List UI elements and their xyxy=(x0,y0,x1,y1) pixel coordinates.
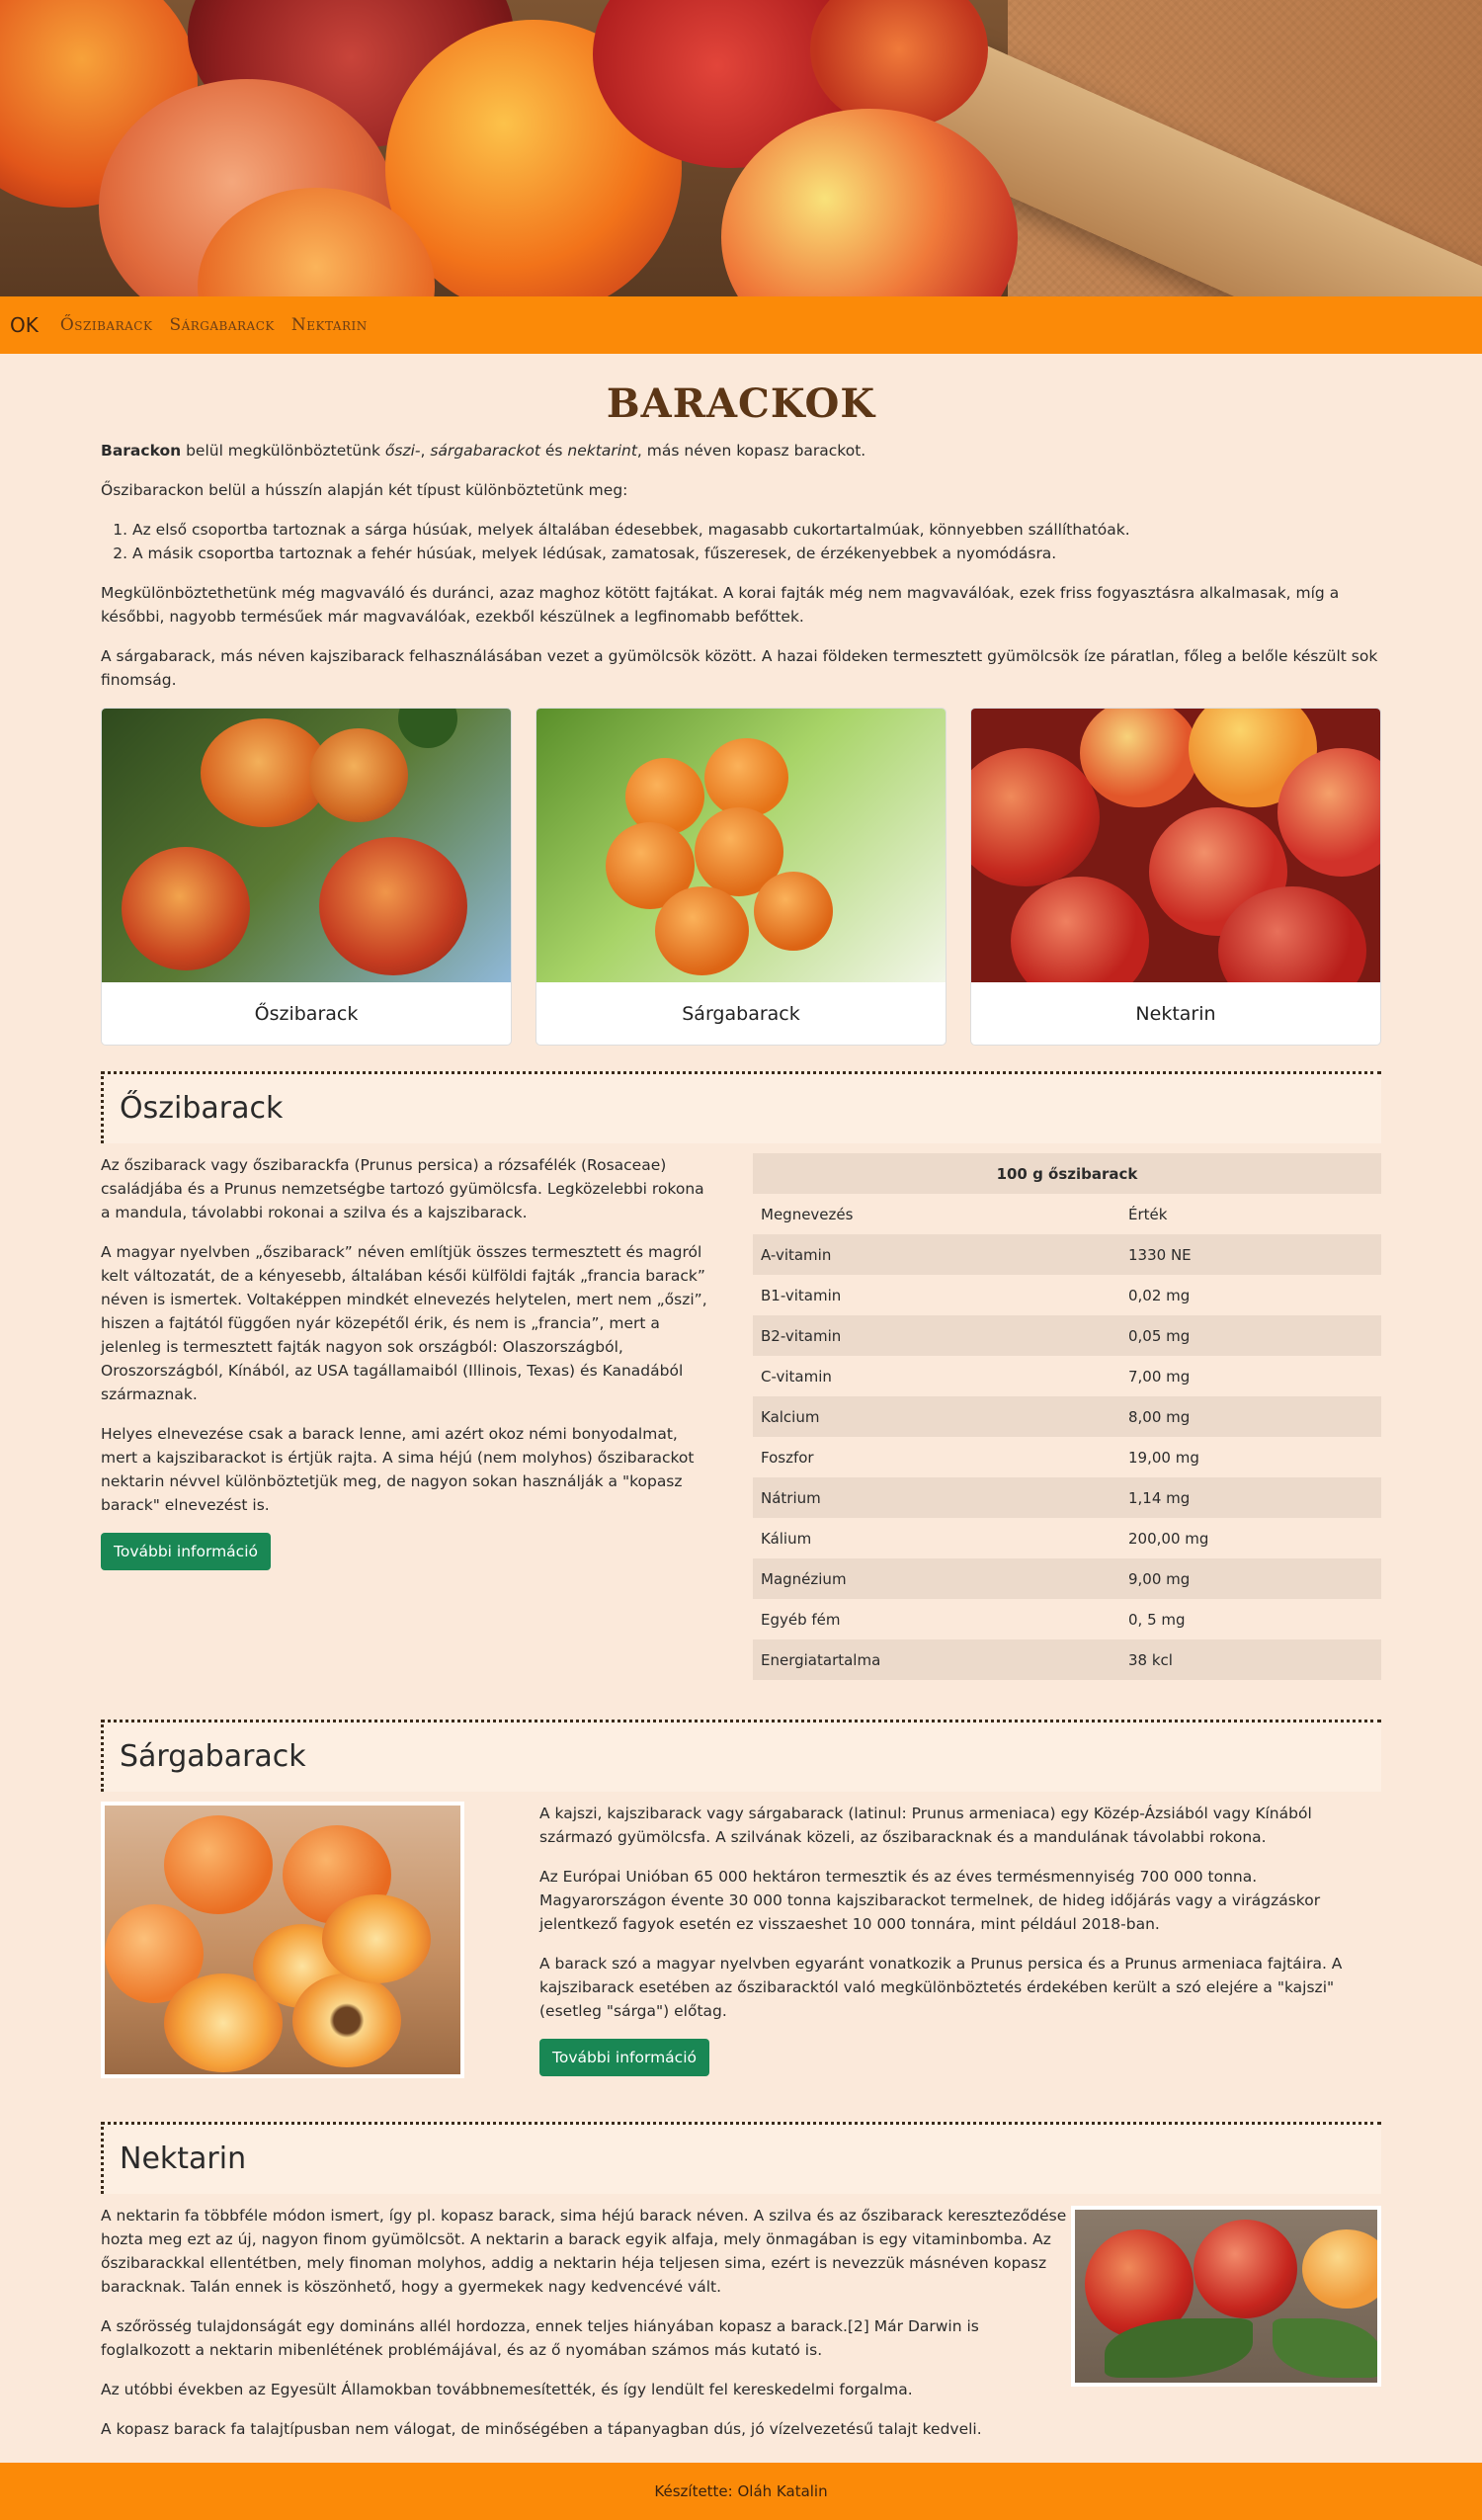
nav-brand[interactable]: OK xyxy=(10,313,39,337)
card-label: Sárgabarack xyxy=(682,1002,800,1025)
more-info-button-oszibarack[interactable]: További információ xyxy=(101,1533,271,1570)
sargabarack-text: A kajszi, kajszibarack vagy sárgabarack … xyxy=(539,1802,1381,2078)
table-cell: A-vitamin xyxy=(753,1234,1120,1275)
intro-paragraph-2: Őszibarackon belül a hússzín alapján két… xyxy=(101,481,628,499)
card-label: Őszibarack xyxy=(254,1002,359,1025)
table-row: Magnézium 9,00 mg xyxy=(753,1558,1381,1599)
table-row: Kálium 200,00 mg xyxy=(753,1518,1381,1558)
card-label: Nektarin xyxy=(1135,1002,1216,1025)
nektarin-image xyxy=(1070,2206,1381,2387)
section-heading-sargabarack: Sárgabarack xyxy=(101,1720,1381,1792)
table-cell: Nátrium xyxy=(753,1477,1120,1518)
sargabarack-paragraph: A kajszi, kajszibarack vagy sárgabarack … xyxy=(539,1805,1312,1846)
card-nektarin[interactable]: Nektarin xyxy=(970,708,1381,1046)
nutrition-table-wrapper: 100 g őszibarack Megnevezés Érték A-vita… xyxy=(753,1153,1381,1680)
table-cell: 1,14 mg xyxy=(1120,1477,1381,1518)
oszibarack-paragraph: Helyes elnevezése csak a barack lenne, a… xyxy=(101,1425,695,1514)
intro-paragraph-4: A sárgabarack, más néven kajszibarack fe… xyxy=(101,647,1378,689)
table-row: Foszfor 19,00 mg xyxy=(753,1437,1381,1477)
page-title: BARACKOK xyxy=(606,380,876,427)
card-image-oszibarack xyxy=(102,709,511,982)
footer: Készítette: Oláh Katalin xyxy=(0,2463,1482,2520)
table-cell: Kálium xyxy=(761,1529,812,1548)
oszibarack-paragraph: Az őszibarack vagy őszibarackfa (Prunus … xyxy=(101,1156,704,1221)
table-cell: 9,00 mg xyxy=(1120,1558,1381,1599)
table-cell: Magnézium xyxy=(753,1558,1120,1599)
table-cell: 7,00 mg xyxy=(1128,1367,1191,1386)
table-row: B1-vitamin 0,02 mg xyxy=(753,1275,1381,1315)
oszibarack-paragraph: A magyar nyelvben „őszibarack” néven eml… xyxy=(101,1243,707,1403)
table-cell: 8,00 mg xyxy=(1120,1396,1381,1437)
table-cell: Energiatartalma xyxy=(753,1639,1120,1680)
nav-link-oszibarack[interactable]: Őszibarack xyxy=(60,313,153,337)
table-cell: 38 kcl xyxy=(1120,1639,1381,1680)
table-cell: 1330 NE xyxy=(1120,1234,1381,1275)
table-cell: 19,00 mg xyxy=(1128,1448,1199,1467)
sargabarack-image xyxy=(101,1802,464,2078)
oszibarack-section: Az őszibarack vagy őszibarackfa (Prunus … xyxy=(101,1153,1381,1680)
nektarin-paragraph: A szőrösség tulajdonságát egy domináns a… xyxy=(101,2317,979,2359)
section-heading-nektarin: Nektarin xyxy=(101,2122,1381,2194)
table-cell: 0, 5 mg xyxy=(1128,1610,1186,1629)
table-cell: Foszfor xyxy=(761,1448,814,1467)
nektarin-section: A nektarin fa többféle módon ismert, így… xyxy=(101,2204,1381,2457)
footer-credit: Készítette: Oláh Katalin xyxy=(654,2482,828,2500)
sargabarack-section: A kajszi, kajszibarack vagy sárgabarack … xyxy=(101,1802,1381,2078)
list-item: Az első csoportba tartoznak a sárga húsú… xyxy=(132,518,1381,542)
card-image-nektarin xyxy=(971,709,1380,982)
intro-paragraph-3: Megkülönböztethetünk még magvaváló és du… xyxy=(101,584,1340,626)
table-row: C-vitamin 7,00 mg xyxy=(753,1356,1381,1396)
table-header-row: Megnevezés Érték xyxy=(753,1194,1381,1234)
card-image-sargabarack xyxy=(536,709,946,982)
table-cell: 0,05 mg xyxy=(1120,1315,1381,1356)
navbar: OK Őszibarack Sárgabarack Nektarin xyxy=(0,296,1482,354)
nektarin-paragraph: A kopasz barack fa talajtípusban nem vál… xyxy=(101,2420,982,2438)
table-row: A-vitamin 1330 NE xyxy=(753,1234,1381,1275)
table-cell: Kalcium xyxy=(753,1396,1120,1437)
type-list: Az első csoportba tartoznak a sárga húsú… xyxy=(132,518,1381,565)
nektarin-paragraph: A nektarin fa többféle módon ismert, így… xyxy=(101,2207,1067,2296)
table-cell: C-vitamin xyxy=(761,1367,832,1386)
card-oszibarack[interactable]: Őszibarack xyxy=(101,708,512,1046)
section-heading-oszibarack: Őszibarack xyxy=(101,1071,1381,1143)
table-caption: 100 g őszibarack xyxy=(753,1153,1381,1194)
table-header-cell: Érték xyxy=(1128,1205,1168,1223)
table-row: Egyéb fém 0, 5 mg xyxy=(753,1599,1381,1639)
nektarin-text: A nektarin fa többféle módon ismert, így… xyxy=(101,2204,1071,2457)
table-cell: 200,00 mg xyxy=(1128,1529,1209,1548)
table-header-cell: Megnevezés xyxy=(761,1205,854,1223)
nav-link-nektarin[interactable]: Nektarin xyxy=(291,313,368,337)
hero-image xyxy=(0,0,1482,296)
table-row: Kalcium 8,00 mg xyxy=(753,1396,1381,1437)
table-row: Energiatartalma 38 kcl xyxy=(753,1639,1381,1680)
nutrition-table: 100 g őszibarack Megnevezés Érték A-vita… xyxy=(753,1153,1381,1680)
sargabarack-paragraph: A barack szó a magyar nyelvben egyaránt … xyxy=(539,1955,1343,2020)
more-info-button-sargabarack[interactable]: További információ xyxy=(539,2039,709,2076)
table-cell: Egyéb fém xyxy=(761,1610,841,1629)
list-item: A másik csoportba tartoznak a fehér húsú… xyxy=(132,542,1381,565)
card-sargabarack[interactable]: Sárgabarack xyxy=(535,708,947,1046)
nektarin-paragraph: Az utóbbi években az Egyesült Államokban… xyxy=(101,2381,913,2398)
table-cell: 0,02 mg xyxy=(1128,1286,1191,1304)
table-row: Nátrium 1,14 mg xyxy=(753,1477,1381,1518)
intro-paragraph-1: Barackon belül megkülönböztetünk őszi-, … xyxy=(101,442,866,460)
table-cell: B1-vitamin xyxy=(761,1286,842,1304)
nav-link-sargabarack[interactable]: Sárgabarack xyxy=(169,313,274,337)
table-cell: B2-vitamin xyxy=(753,1315,1120,1356)
sargabarack-paragraph: Az Európai Unióban 65 000 hektáron terme… xyxy=(539,1868,1321,1933)
table-row: B2-vitamin 0,05 mg xyxy=(753,1315,1381,1356)
fruit-cards: Őszibarack Sárgabarack Nektarin xyxy=(101,708,1381,1046)
main-content: BARACKOK Barackon belül megkülönböztetün… xyxy=(101,354,1381,2457)
oszibarack-text: Az őszibarack vagy őszibarackfa (Prunus … xyxy=(101,1153,715,1680)
